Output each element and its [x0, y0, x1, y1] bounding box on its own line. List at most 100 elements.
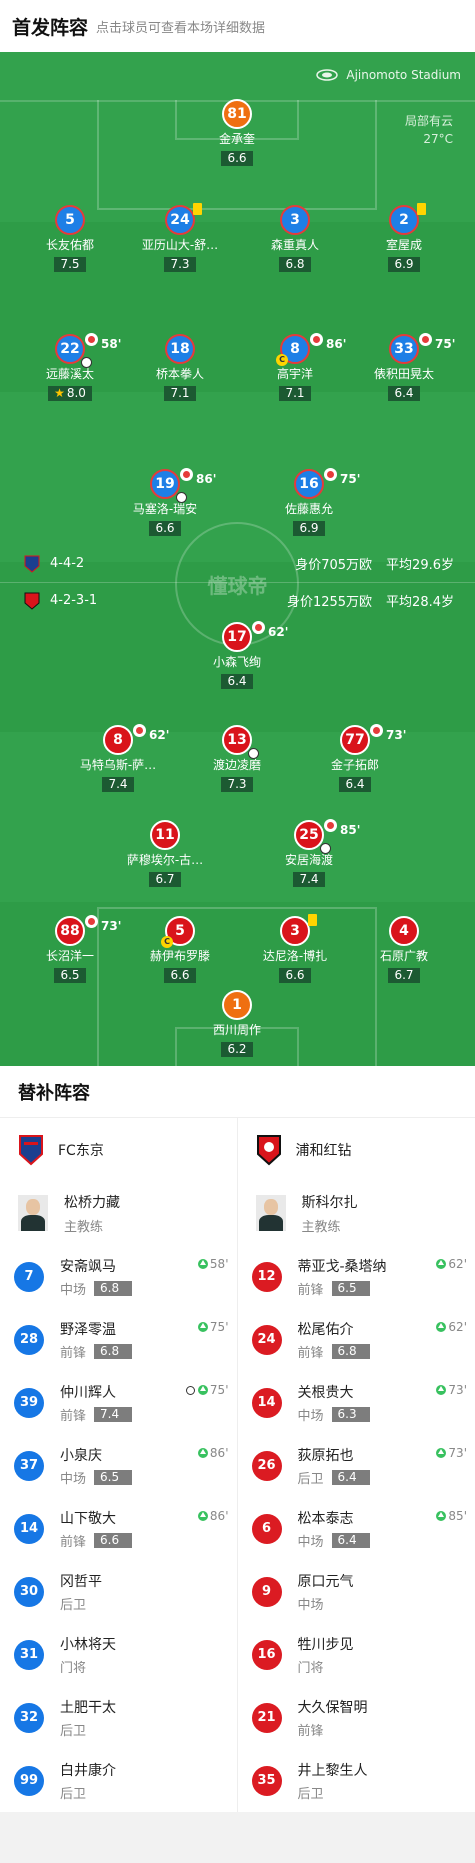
away-player[interactable]: 3 达尼洛-博扎 6.6: [235, 914, 355, 983]
sub-player-row[interactable]: 99 白井康介 后卫: [0, 1749, 237, 1812]
home-player[interactable]: 18 桥本拳人 7.1: [120, 334, 240, 401]
player-name: 长友佑都: [45, 238, 94, 252]
away-coach[interactable]: 斯科尔扎 主教练: [238, 1181, 475, 1245]
temperature-text: 27°C: [423, 132, 453, 146]
sub-player-row[interactable]: 6 松本泰志 中场 6.4 85': [238, 1497, 475, 1560]
away-player[interactable]: 5 C 赫伊布罗滕 6.6: [120, 916, 240, 983]
sub-player-row[interactable]: 30 冈哲平 后卫: [0, 1560, 237, 1623]
home-formation: 4-4-2: [50, 556, 85, 571]
jersey-number: 11: [150, 820, 180, 850]
sub-player-info: 荻原拓也 后卫 6.4: [298, 1445, 370, 1487]
player-position: 门将: [60, 1660, 87, 1676]
player-position: 后卫: [297, 1471, 324, 1487]
home-coach[interactable]: 松桥力藏 主教练: [0, 1181, 237, 1245]
sub-in-time: 86': [197, 1509, 229, 1523]
player-name: 蒂亚戈-桑塔纳: [297, 1258, 387, 1275]
player-name: 高宇洋: [276, 367, 313, 381]
jersey-number: 17 62': [222, 621, 288, 652]
player-name: 松尾佑介: [297, 1321, 354, 1338]
sub-player-row[interactable]: 14 关根贵大 中场 6.3 73': [238, 1371, 475, 1434]
home-player[interactable]: 24 亚历山大-舒… 7.3: [120, 203, 240, 272]
away-player[interactable]: 77 73' 金子拓郎 6.4: [295, 724, 415, 792]
coach-photo: [255, 1195, 286, 1231]
home-player[interactable]: 16 75' 佐藤惠允 6.9: [249, 468, 369, 536]
weather-text: 局部有云: [404, 114, 453, 128]
away-player[interactable]: 8 62' 马特乌斯-萨… 7.4: [58, 724, 178, 792]
substitution-icon: [252, 621, 265, 634]
jersey-number: 6: [251, 1513, 282, 1544]
sub-player-row[interactable]: 28 野泽零温 前锋 6.8 75': [0, 1308, 237, 1371]
away-player[interactable]: 88 73' 长沼洋一 6.5: [10, 915, 130, 983]
sub-player-row[interactable]: 21 大久保智明 前锋: [238, 1686, 475, 1749]
away-player[interactable]: 1 西川周作 6.2: [177, 990, 297, 1057]
player-meta: 中场 6.8: [60, 1279, 133, 1298]
sub-player-row[interactable]: 9 原口元气 中场: [238, 1560, 475, 1623]
page-header: 首发阵容 点击球员可查看本场详细数据: [0, 0, 475, 52]
player-rating: 6.6: [164, 968, 196, 983]
substitution-icon: [324, 819, 337, 832]
sub-player-row[interactable]: 7 安斋飒马 中场 6.8 58': [0, 1245, 237, 1308]
sub-time: 85': [340, 823, 361, 837]
captain-icon: C: [161, 936, 173, 948]
sub-player-row[interactable]: 16 牲川步见 门将: [238, 1623, 475, 1686]
stadium-icon: [316, 69, 339, 81]
home-player[interactable]: 3 森重真人 6.8: [235, 205, 355, 272]
jersey-number: 35: [251, 1765, 282, 1796]
home-player[interactable]: 33 75' 俵积田晃太 6.4: [344, 333, 464, 401]
sub-player-row[interactable]: 31 小林将天 门将: [0, 1623, 237, 1686]
sub-player-row[interactable]: 24 松尾佑介 前锋 6.8 62': [238, 1308, 475, 1371]
player-rating: 6.9: [293, 521, 325, 536]
away-team-row[interactable]: 浦和红钻: [238, 1118, 475, 1181]
jersey-number: 12: [251, 1261, 282, 1292]
sub-time: 62': [268, 625, 289, 639]
away-player[interactable]: 11 萨穆埃尔-古… 6.7: [105, 820, 225, 887]
away-player[interactable]: 17 62' 小森飞绚 6.4: [177, 621, 297, 689]
sub-in-icon: [197, 1385, 208, 1395]
sub-in-icon: [197, 1511, 208, 1521]
sub-player-row[interactable]: 12 蒂亚戈-桑塔纳 前锋 6.5 62': [238, 1245, 475, 1308]
jersey-number: 8 86' C: [276, 333, 346, 366]
home-player[interactable]: 8 86' C 高宇洋 7.1: [235, 333, 355, 401]
player-position: 中场: [297, 1534, 324, 1550]
player-meta: 前锋 6.5: [298, 1279, 387, 1298]
player-name: 白井康介: [60, 1762, 116, 1779]
stadium-name: Ajinomoto Stadium: [346, 68, 461, 82]
sub-player-row[interactable]: 14 山下敬大 前锋 6.6 86': [0, 1497, 237, 1560]
sub-player-row[interactable]: 32 土肥干太 后卫: [0, 1686, 237, 1749]
sub-in-icon: [436, 1511, 447, 1521]
player-name: 室屋成: [385, 238, 422, 252]
player-rating: 6.8: [94, 1280, 133, 1296]
sub-in-minute: 85': [448, 1509, 467, 1523]
sub-in-icon: [436, 1385, 447, 1395]
home-player[interactable]: 5 长友佑都 7.5: [10, 205, 130, 272]
player-name: 小林将天: [60, 1636, 116, 1653]
player-name: 亚历山大-舒…: [141, 238, 219, 252]
player-name: 安斋飒马: [60, 1258, 116, 1275]
player-name: 野泽零温: [60, 1321, 116, 1338]
away-player[interactable]: 4 石原广教 6.7: [344, 916, 464, 983]
away-player[interactable]: 25 85' 安居海渡 7.4: [249, 819, 369, 887]
sub-in-icon: [436, 1322, 447, 1332]
sub-player-row[interactable]: 37 小泉庆 中场 6.5 86': [0, 1434, 237, 1497]
sub-in-icon: [436, 1448, 447, 1458]
player-rating: ★ 8.0: [48, 386, 92, 401]
player-position: 前锋: [297, 1282, 324, 1298]
player-name: 大久保智明: [297, 1699, 368, 1716]
home-player[interactable]: 2 室屋成 6.9: [344, 203, 464, 272]
sub-in-minute: 75': [209, 1320, 229, 1334]
sub-player-row[interactable]: 35 井上黎生人 后卫: [238, 1749, 475, 1812]
home-player[interactable]: 19 86' 马塞洛-瑞安 6.6: [105, 468, 225, 536]
away-player[interactable]: 13 渡边凌磨 7.3: [177, 725, 297, 792]
home-player[interactable]: 81 金承奎 6.6: [177, 99, 297, 166]
sub-in-minute: 86': [209, 1509, 229, 1523]
home-team-summary: 4-4-2 身价705万欧 平均29.6岁: [24, 554, 454, 573]
jersey-number: 16: [251, 1639, 282, 1670]
sub-player-row[interactable]: 39 仲川辉人 前锋 7.4 75': [0, 1371, 237, 1434]
sub-in-minute: 73': [448, 1446, 467, 1460]
home-team-row[interactable]: FC东京: [0, 1118, 237, 1181]
sub-player-row[interactable]: 26 荻原拓也 后卫 6.4 73': [238, 1434, 475, 1497]
player-name: 俵积田晃太: [373, 367, 434, 381]
player-rating: 6.5: [331, 1280, 370, 1296]
home-player[interactable]: 22 58' 远藤溪太 ★ 8.0: [10, 333, 130, 401]
player-rating: 7.4: [293, 872, 325, 887]
